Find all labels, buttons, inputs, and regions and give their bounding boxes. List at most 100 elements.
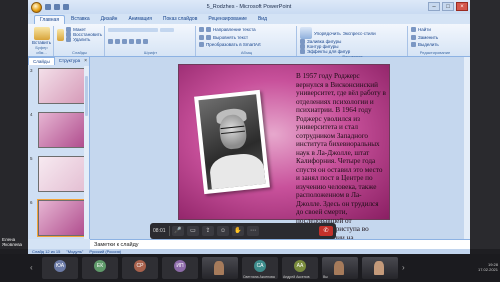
smartart-button[interactable]: Преобразовать в SmartArt — [206, 42, 261, 47]
editing-label: Редактирование — [419, 49, 451, 55]
taskbar-clock: 19:28 17.02.2021 — [478, 262, 498, 272]
slide-thumbnails: 3 4 5 6 — [28, 66, 87, 239]
participant-tile[interactable]: СР — [122, 257, 158, 279]
participant-video-tile[interactable]: Вы — [322, 257, 358, 279]
bold-icon[interactable] — [108, 39, 113, 44]
participant-tile[interactable]: ЮА — [42, 257, 78, 279]
participant-tile[interactable]: СА Светлана Аксенова — [242, 257, 278, 279]
slide-number: 5 — [30, 156, 33, 161]
tab-home[interactable]: Главная — [34, 15, 66, 24]
react-icon[interactable]: ☺ — [217, 226, 230, 236]
tab-slides[interactable]: Слайды — [28, 57, 55, 65]
next-page-icon[interactable]: › — [402, 263, 410, 273]
presenter-name: Елена Яковлева — [2, 237, 23, 247]
participant-name: Вы — [323, 275, 328, 279]
slide-thumbnail-selected[interactable] — [37, 199, 87, 237]
tab-slideshow[interactable]: Показ слайдов — [158, 15, 202, 24]
shapes-icon[interactable] — [300, 27, 312, 39]
align-text-button[interactable]: Выровнять текст — [213, 35, 248, 40]
font-color-icon[interactable] — [143, 39, 148, 44]
arrange-button[interactable]: Упорядочить — [314, 31, 341, 36]
avatar: АА — [294, 260, 306, 272]
numbering-icon[interactable] — [206, 27, 211, 32]
quick-styles-button[interactable]: Экспресс-стили — [343, 31, 376, 36]
participant-video-tile[interactable] — [362, 257, 398, 279]
slide-number: 4 — [30, 112, 33, 117]
italic-icon[interactable] — [115, 39, 120, 44]
participant-video — [374, 261, 384, 275]
end-call-button[interactable]: ✆ — [319, 226, 333, 236]
mic-icon[interactable]: 🎤 — [172, 226, 185, 236]
presenter-video: Елена Яковлева — [0, 0, 28, 249]
share-icon[interactable]: ⇪ — [202, 226, 215, 236]
slide-thumbnail[interactable] — [38, 112, 86, 148]
select-button[interactable]: Выделить — [418, 42, 439, 47]
font-size-select[interactable] — [160, 28, 174, 32]
hand-icon[interactable]: ✋ — [232, 226, 245, 236]
participant-video — [214, 261, 224, 275]
tab-insert[interactable]: Вставка — [66, 15, 95, 24]
ribbon: Вставить Буфер обм... Макет Восстановить… — [28, 24, 470, 59]
panel-scrollbar[interactable] — [84, 66, 89, 239]
find-button[interactable]: Найти — [418, 27, 431, 32]
current-slide[interactable]: В 1957 году Роджерс вернулся в Висконсин… — [178, 64, 390, 250]
paste-icon[interactable] — [33, 27, 50, 40]
portrait-shirt — [208, 151, 266, 190]
slide-number: 3 — [30, 68, 33, 73]
new-slide-icon[interactable] — [57, 28, 65, 41]
smartart-icon — [199, 42, 204, 48]
participant-video-tile[interactable] — [202, 257, 238, 279]
title-bar: 5_Rodzhes - Microsoft PowerPoint – □ × — [28, 0, 470, 14]
replace-button[interactable]: Заменить — [418, 35, 438, 40]
slide-canvas: В 1957 году Роджерс вернулся в Висконсин… — [90, 57, 470, 250]
font-name-select[interactable] — [108, 28, 158, 32]
tab-view[interactable]: Вид — [253, 15, 272, 24]
panel-tabs: Слайды Структура — [28, 57, 89, 65]
prev-page-icon[interactable]: ‹ — [30, 263, 38, 273]
participant-tile[interactable]: АА Андрей Аксенов — [282, 257, 318, 279]
align-center-icon[interactable] — [206, 34, 211, 40]
participant-tile[interactable]: ИП — [162, 257, 198, 279]
tab-design[interactable]: Дизайн — [96, 15, 123, 24]
slide-thumbnail[interactable] — [38, 156, 86, 192]
avatar: СА — [254, 260, 266, 272]
canvas-scrollbar[interactable] — [464, 57, 470, 239]
clock-date: 17.02.2021 — [477, 267, 498, 272]
drawing-group: Упорядочить Экспресс-стили Заливка фигур… — [298, 26, 408, 59]
meeting-timer: 08:01 — [153, 228, 166, 234]
powerpoint-window: 5_Rodzhes - Microsoft PowerPoint – □ × Г… — [28, 0, 470, 250]
window-title: 5_Rodzhes - Microsoft PowerPoint — [206, 4, 292, 10]
bullets-icon[interactable] — [199, 27, 204, 32]
select-icon — [411, 42, 416, 48]
close-button[interactable]: × — [456, 2, 468, 11]
clipboard-label: Буфер обм... — [35, 45, 48, 55]
more-icon[interactable]: ⋯ — [247, 226, 260, 236]
participant-tile[interactable]: ЕК — [82, 257, 118, 279]
maximize-button[interactable]: □ — [442, 2, 454, 11]
meeting-toolbar: 08:01 🎤 ▭ ⇪ ☺ ✋ ⋯ ✆ — [150, 223, 336, 239]
camera-icon[interactable]: ▭ — [187, 226, 200, 236]
font-group: Шрифт — [106, 26, 196, 56]
notes-pane[interactable]: Заметки к слайду — [90, 239, 470, 249]
divider — [168, 226, 170, 236]
delete-button[interactable]: Удалить — [73, 37, 90, 42]
shadow-icon[interactable] — [136, 39, 141, 44]
avatar: ЮА — [54, 260, 66, 272]
strike-icon[interactable] — [129, 39, 134, 44]
scrollbar-thumb[interactable] — [85, 76, 88, 116]
portrait-photo[interactable] — [194, 89, 270, 195]
underline-icon[interactable] — [122, 39, 127, 44]
tab-animation[interactable]: Анимация — [123, 15, 156, 24]
panel-close-icon[interactable]: × — [84, 58, 87, 64]
slides-panel: Слайды Структура × 3 4 5 6 — [28, 57, 90, 239]
portrait-image — [198, 94, 266, 190]
slide-thumbnail[interactable] — [38, 68, 86, 104]
paragraph-label: Абзац — [240, 49, 253, 55]
avatar: ИП — [174, 260, 186, 272]
text-direction-button[interactable]: Направление текста — [213, 27, 256, 32]
tab-review[interactable]: Рецензирование — [203, 15, 252, 24]
paragraph-group: Направление текста Выровнять текст Преоб… — [197, 26, 297, 56]
tab-outline[interactable]: Структура — [55, 57, 84, 65]
minimize-button[interactable]: – — [428, 2, 440, 11]
align-left-icon[interactable] — [199, 34, 204, 40]
